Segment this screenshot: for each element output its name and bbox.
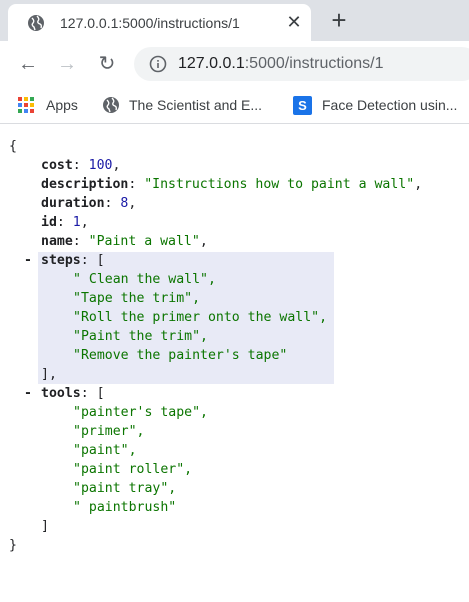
address-bar[interactable]: 127.0.0.1:5000/instructions/1 <box>134 47 469 81</box>
json-number: 100 <box>88 158 113 173</box>
apps-grid-dot <box>30 103 34 107</box>
bookmark-face-detection-label: Face Detection usin... <box>322 97 458 113</box>
json-steps-close: ], <box>41 367 57 382</box>
json-colon: : <box>104 196 121 211</box>
json-array-item: "Tape the trim", <box>73 291 201 306</box>
apps-grid-dot <box>30 97 34 101</box>
json-array-item: "Roll the primer onto the wall", <box>73 310 328 325</box>
json-comma: , <box>128 196 137 211</box>
json-array-item: "Paint the trim", <box>73 329 208 344</box>
json-array-item: "paint roller", <box>73 462 193 477</box>
back-arrow-icon[interactable]: ← <box>15 51 41 77</box>
json-line-name: name: "Paint a wall", <box>41 232 208 251</box>
json-line-duration: duration: 8, <box>41 194 136 213</box>
url-host: 127.0.0.1 <box>178 55 245 72</box>
json-colon: : <box>72 158 89 173</box>
url-text: 127.0.0.1:5000/instructions/1 <box>178 55 383 73</box>
json-key: steps <box>41 253 81 268</box>
reload-icon[interactable]: ↻ <box>94 51 120 77</box>
json-open-bracket: [ <box>96 386 105 401</box>
browser-toolbar: ← → ↻ 127.0.0.1:5000/instructions/1 <box>0 41 469 87</box>
forward-arrow-icon[interactable]: → <box>54 51 80 77</box>
json-colon: : <box>72 234 89 249</box>
json-key: id <box>41 215 57 230</box>
json-colon: : <box>128 177 145 192</box>
apps-grid-dot <box>30 109 34 113</box>
site-s-icon: S <box>293 95 312 115</box>
globe-icon <box>103 97 119 113</box>
json-key: cost <box>41 158 73 173</box>
json-viewer: { cost: 100, description: "Instructions … <box>0 124 469 602</box>
json-array-item: " paintbrush" <box>73 500 177 515</box>
bookmarks-bar: Apps The Scientist and E... S Face Detec… <box>0 87 469 124</box>
tab-strip: 127.0.0.1:5000/instructions/1 ✕ + <box>0 0 469 41</box>
json-open-bracket: [ <box>96 253 105 268</box>
json-comma: , <box>112 158 121 173</box>
json-key: duration <box>41 196 105 211</box>
json-array-item: "paint tray", <box>73 481 177 496</box>
bookmark-apps-label: Apps <box>46 97 78 113</box>
bookmark-the-scientist[interactable]: The Scientist and E... <box>102 87 262 123</box>
apps-grid-dot <box>18 97 22 101</box>
json-key: tools <box>41 386 81 401</box>
json-array-item: "paint", <box>73 443 137 458</box>
json-tools-close: ] <box>41 519 49 534</box>
json-line-description: description: "Instructions how to paint … <box>41 175 422 194</box>
json-comma: , <box>199 234 208 249</box>
json-array-item: " Clean the wall", <box>73 272 216 287</box>
apps-grid-dot <box>24 97 28 101</box>
json-colon: : <box>56 215 73 230</box>
json-key: description <box>41 177 129 192</box>
tab-title: 127.0.0.1:5000/instructions/1 <box>60 15 240 31</box>
json-number: 1 <box>72 215 81 230</box>
info-icon[interactable] <box>149 55 167 73</box>
globe-icon <box>28 15 44 31</box>
json-line-steps: steps: [ <box>41 251 105 270</box>
json-key: name <box>41 234 73 249</box>
collapse-tools-toggle[interactable]: - <box>24 384 36 403</box>
json-line-cost: cost: 100, <box>41 156 120 175</box>
bookmark-the-scientist-label: The Scientist and E... <box>129 97 263 113</box>
json-comma: , <box>80 215 89 230</box>
url-path: :5000/instructions/1 <box>244 55 384 72</box>
browser-tab[interactable]: 127.0.0.1:5000/instructions/1 ✕ <box>8 4 311 41</box>
bookmark-face-detection[interactable]: S Face Detection usin... <box>293 87 457 123</box>
json-array-item: "Remove the painter's tape" <box>73 348 288 363</box>
apps-grid-dot <box>24 109 28 113</box>
json-string: "Paint a wall" <box>88 234 200 249</box>
bookmark-apps[interactable]: Apps <box>18 87 78 123</box>
json-colon: : <box>80 386 97 401</box>
apps-grid-dot <box>18 109 22 113</box>
json-string: "Instructions how to paint a wall" <box>144 177 415 192</box>
collapse-steps-toggle[interactable]: - <box>24 251 36 270</box>
json-array-item: "primer", <box>73 424 145 439</box>
apps-grid-dot <box>18 103 22 107</box>
json-line-tools: tools: [ <box>41 384 105 403</box>
json-colon: : <box>80 253 97 268</box>
json-open-brace: { <box>9 139 17 154</box>
apps-grid-dot <box>24 103 28 107</box>
new-tab-icon[interactable]: + <box>325 6 353 34</box>
json-line-id: id: 1, <box>41 213 89 232</box>
apps-grid-icon <box>18 97 34 113</box>
close-tab-icon[interactable]: ✕ <box>284 12 304 32</box>
json-close-brace: } <box>9 538 17 553</box>
json-array-item: "painter's tape", <box>73 405 208 420</box>
json-comma: , <box>414 177 423 192</box>
